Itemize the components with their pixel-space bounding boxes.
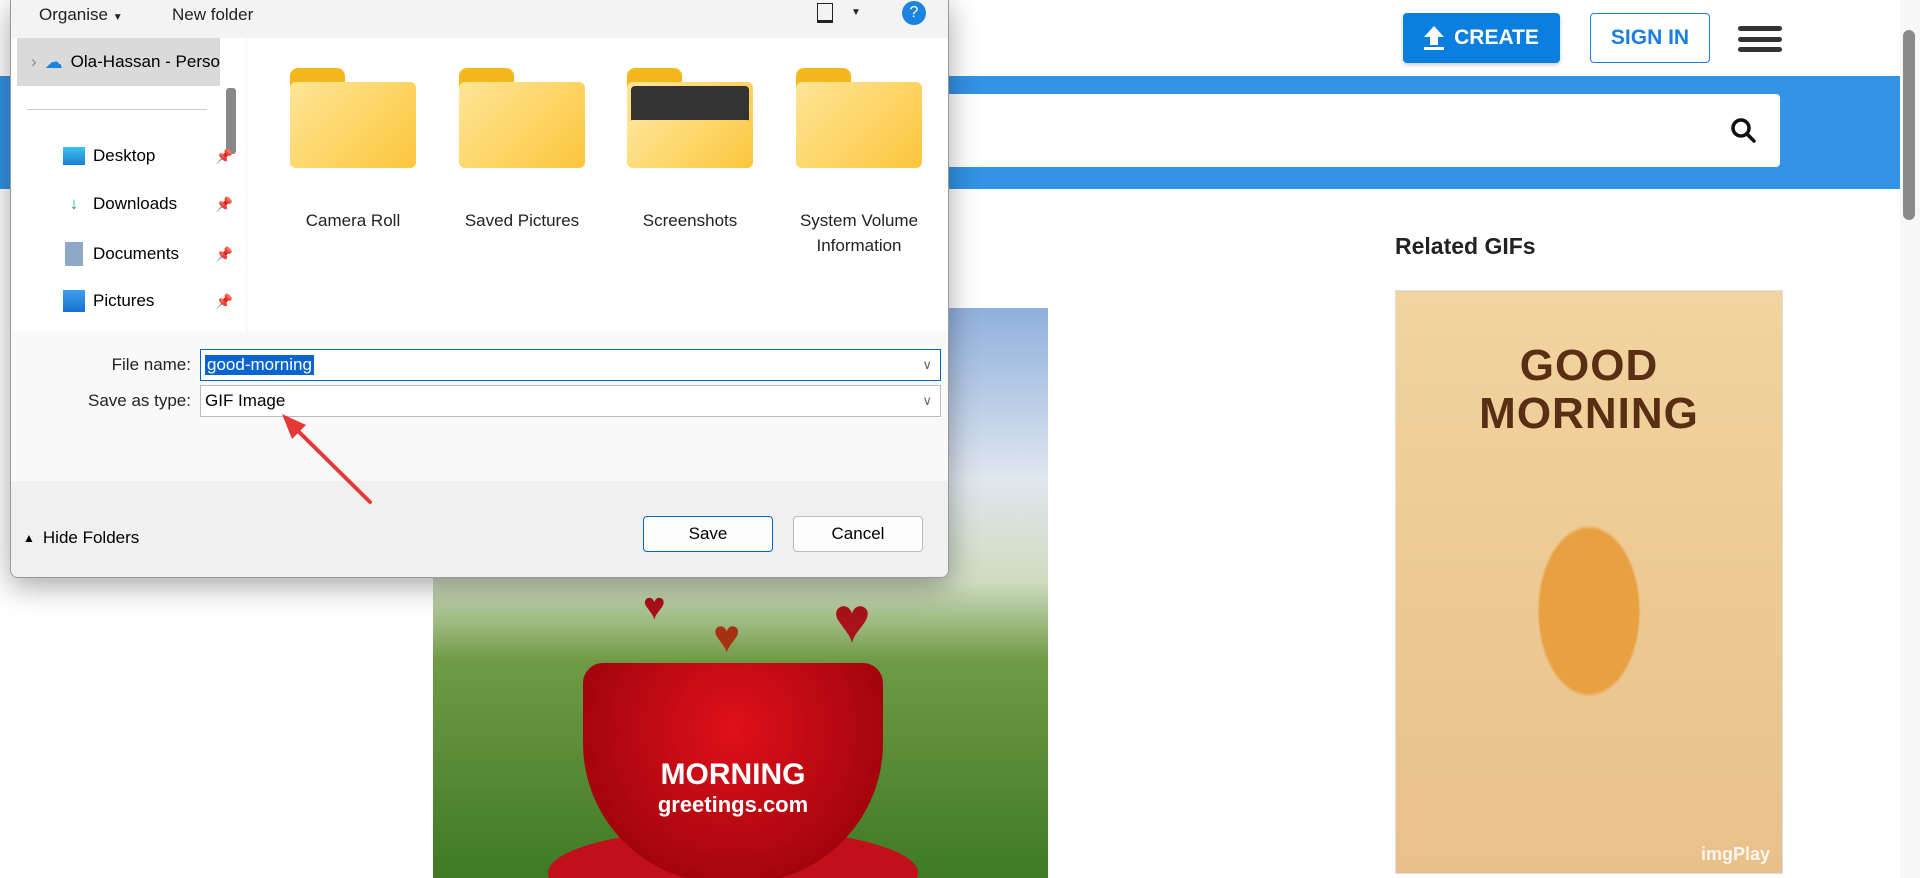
file-name-label: File name:: [111, 355, 191, 374]
gif-title-line2: MORNING: [1479, 389, 1699, 438]
create-button[interactable]: CREATE: [1403, 13, 1560, 63]
nav-scrollbar[interactable]: [226, 88, 236, 154]
pin-icon: 📌: [215, 195, 233, 212]
folder-icon: [627, 68, 753, 168]
new-folder-button[interactable]: New folder: [172, 5, 253, 25]
hamburger-menu-icon[interactable]: [1738, 26, 1782, 52]
folder-view: Camera Roll Saved Pictures Screenshots S…: [248, 38, 948, 331]
create-label: CREATE: [1454, 26, 1539, 49]
file-name-input[interactable]: good-morning ∨: [200, 349, 941, 381]
brand-line1: MORNING: [660, 758, 806, 791]
chevron-up-icon: ▲: [23, 531, 35, 545]
desktop-icon: [63, 147, 85, 165]
gif-title-line1: GOOD: [1519, 341, 1659, 390]
related-gif-cat[interactable]: GOOD MORNING imgPlay: [1395, 290, 1783, 874]
view-options-icon[interactable]: [817, 3, 833, 23]
nav-item-downloads[interactable]: ↓ Downloads 📌: [63, 194, 233, 214]
organise-menu[interactable]: Organise ▼: [39, 5, 123, 25]
folder-icon: [796, 68, 922, 168]
pin-icon: 📌: [215, 147, 233, 164]
pin-icon: 📌: [215, 245, 233, 262]
folder-icon: [290, 68, 416, 168]
folder-icon: [459, 68, 585, 168]
pin-icon: 📌: [215, 292, 233, 309]
folder-item[interactable]: System Volume Information: [774, 68, 944, 258]
folder-item[interactable]: Saved Pictures: [437, 68, 607, 233]
folder-item[interactable]: Camera Roll: [268, 68, 438, 233]
cloud-icon: ☁: [44, 51, 63, 72]
annotation-arrow-icon: [282, 414, 372, 504]
nav-item-desktop[interactable]: Desktop 📌: [63, 146, 233, 166]
page-scrollbar-thumb[interactable]: [1903, 30, 1915, 220]
chevron-right-icon[interactable]: ›: [31, 52, 37, 72]
dialog-footer: ▲ Hide Folders Save Cancel: [11, 481, 948, 577]
navigation-pane: › ☁ Ola-Hassan - Personal Desktop📌 ↓Down…: [13, 38, 246, 331]
documents-icon: [65, 242, 83, 266]
chevron-down-icon: ∨: [922, 357, 932, 372]
caret-down-icon[interactable]: ▼: [851, 7, 861, 18]
download-icon: ↓: [69, 194, 79, 213]
hide-folders-button[interactable]: ▲ Hide Folders: [23, 528, 139, 548]
save-as-dialog: Organise ▼ New folder ▼ ? › ☁ Ola-Hassan…: [10, 0, 949, 578]
dialog-toolbar: Organise ▼ New folder ▼ ?: [11, 0, 948, 38]
search-icon[interactable]: [1730, 117, 1756, 143]
cancel-button[interactable]: Cancel: [793, 516, 923, 552]
pictures-icon: [63, 290, 85, 312]
gif-watermark: imgPlay: [1700, 844, 1770, 864]
save-button[interactable]: Save: [643, 516, 773, 552]
caret-down-icon: ▼: [112, 12, 123, 23]
nav-item-onedrive[interactable]: › ☁ Ola-Hassan - Personal: [17, 38, 220, 86]
folder-item[interactable]: Screenshots: [605, 68, 775, 233]
chevron-down-icon: ∨: [922, 393, 932, 408]
sign-in-button[interactable]: SIGN IN: [1590, 13, 1710, 63]
brand-line2: greetings.com: [657, 792, 809, 817]
save-type-label: Save as type:: [87, 391, 191, 410]
nav-item-pictures[interactable]: Pictures 📌: [63, 290, 233, 312]
nav-item-documents[interactable]: Documents 📌: [63, 242, 233, 266]
help-icon[interactable]: ?: [902, 1, 926, 25]
divider: [27, 109, 207, 110]
related-gifs-heading: Related GIFs: [1395, 233, 1536, 259]
upload-icon: [1424, 26, 1445, 50]
